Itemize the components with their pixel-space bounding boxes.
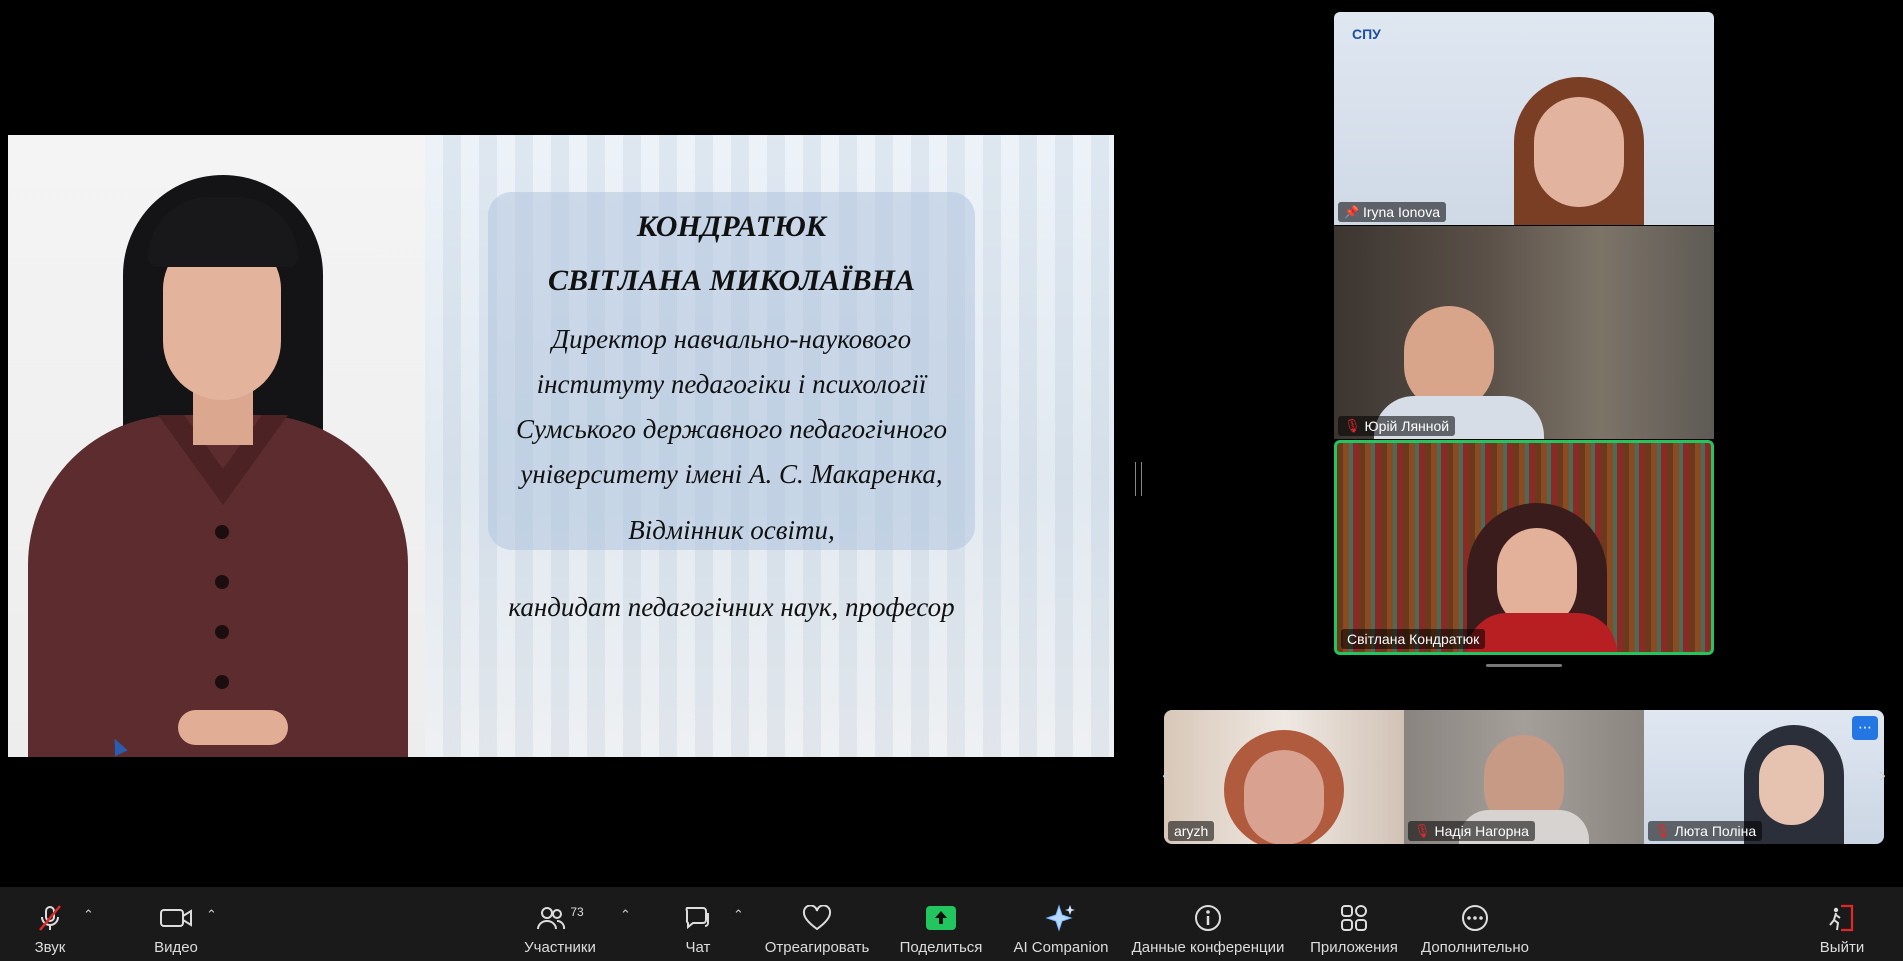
react-label: Отреагировать: [764, 939, 870, 956]
participants-options-caret[interactable]: ⌃: [620, 907, 631, 923]
audio-options-caret[interactable]: ⌃: [83, 907, 94, 923]
microphone-muted-icon: 🎙: [1654, 823, 1671, 838]
more-icon: [1460, 899, 1490, 937]
participants-label: Участники: [524, 939, 596, 956]
slide-full-name: СВІТЛАНА МИКОЛАЇВНА: [548, 264, 915, 297]
chat-icon: [683, 899, 713, 937]
video-tile[interactable]: СПУ 📌 Iryna Ionova: [1334, 12, 1714, 225]
slide-line-4: інституту педагогіки і психології: [536, 369, 927, 399]
panel-resize-handle[interactable]: [1135, 462, 1142, 496]
video-tile[interactable]: 🎙 Юрій Лянной: [1334, 226, 1714, 439]
slide-line-8: кандидат педагогічних наук, професор: [508, 592, 955, 622]
participant-name-label: 🎙 Надія Нагорна: [1408, 821, 1535, 841]
video-button[interactable]: Видео: [140, 887, 212, 961]
shared-screen: КОНДРАТЮК СВІТЛАНА МИКОЛАЇВНА Директор н…: [8, 4, 1114, 887]
participant-name: Люта Поліна: [1674, 823, 1757, 839]
audio-button[interactable]: Звук: [20, 887, 80, 961]
apps-icon: [1339, 899, 1369, 937]
share-label: Поделиться: [899, 939, 983, 956]
more-options-button[interactable]: ⋯: [1852, 716, 1878, 740]
participant-name: Світлана Кондратюк: [1347, 631, 1480, 647]
participant-name: Юрій Лянной: [1364, 418, 1450, 434]
heart-icon: [802, 899, 832, 937]
video-camera-icon: [159, 899, 193, 937]
slide-surname: КОНДРАТЮК: [636, 210, 827, 243]
audio-label: Звук: [34, 939, 66, 956]
participant-name: Iryna Ionova: [1362, 204, 1441, 220]
participant-name-label: aryzh: [1168, 821, 1215, 841]
leave-label: Выйти: [1819, 939, 1865, 956]
info-icon: [1193, 899, 1223, 937]
participant-name-label: 📌 Iryna Ionova: [1338, 202, 1447, 222]
more-label: Дополнительно: [1421, 939, 1529, 956]
video-tile[interactable]: ⋯ 🎙 Люта Поліна: [1644, 710, 1884, 844]
microphone-muted-icon: 🎙: [1414, 823, 1431, 838]
ai-companion-label: AI Companion: [1013, 939, 1109, 956]
slide-line-7: Відмінник освіти,: [628, 515, 835, 545]
chat-options-caret[interactable]: ⌃: [733, 907, 744, 923]
video-tile[interactable]: 🎙 Надія Нагорна: [1404, 710, 1644, 844]
video-tile[interactable]: aryzh: [1164, 710, 1404, 844]
presentation-slide: КОНДРАТЮК СВІТЛАНА МИКОЛАЇВНА Директор н…: [8, 135, 1114, 757]
more-button[interactable]: Дополнительно: [1415, 887, 1535, 961]
video-options-caret[interactable]: ⌃: [206, 907, 217, 923]
slide-line-6: університету імені А. С. Макаренка,: [520, 459, 943, 489]
slide-line-3: Директор навчально-наукового: [551, 324, 912, 354]
pin-icon: 📌: [1344, 205, 1359, 219]
scroll-indicator[interactable]: [1486, 664, 1562, 667]
video-label: Видео: [154, 939, 198, 956]
meeting-info-label: Данные конференции: [1131, 939, 1285, 956]
gallery-next-icon[interactable]: ›: [1879, 762, 1886, 788]
sparkle-icon: [1046, 899, 1076, 937]
participants-icon: 73: [536, 899, 584, 937]
gallery-strip: aryzh 🎙 Надія Нагорна ⋯ 🎙 Люта Поліна ‹ …: [1162, 710, 1886, 844]
leave-door-icon: [1827, 899, 1857, 937]
slide-line-5: Сумського державного педагогічного: [515, 414, 947, 444]
participant-name: Надія Нагорна: [1434, 823, 1529, 839]
gallery-prev-icon[interactable]: ‹: [1162, 762, 1169, 788]
university-logo: СПУ: [1352, 26, 1381, 42]
chat-label: Чат: [685, 939, 711, 956]
participants-button[interactable]: 73 Участники: [515, 887, 605, 961]
ai-companion-button[interactable]: AI Companion: [1010, 887, 1112, 961]
video-tile-active-speaker[interactable]: Світлана Кондратюк: [1334, 440, 1714, 655]
apps-button[interactable]: Приложения: [1305, 887, 1403, 961]
participant-name-label: 🎙 Люта Поліна: [1648, 821, 1763, 841]
participant-name-label: Світлана Кондратюк: [1341, 629, 1486, 649]
speaker-portrait-photo: [8, 135, 425, 757]
meeting-toolbar: Звук ⌃ Видео ⌃ 73 Участники ⌃ Чат ⌃ Отре…: [0, 887, 1903, 961]
microphone-muted-icon: 🎙: [1344, 418, 1361, 433]
leave-button[interactable]: Выйти: [1815, 887, 1869, 961]
participant-name: aryzh: [1174, 823, 1209, 839]
share-screen-button[interactable]: Поделиться: [893, 887, 989, 961]
share-screen-icon: [925, 899, 957, 937]
chat-button[interactable]: Чат: [670, 887, 726, 961]
participants-count: 73: [570, 905, 584, 919]
react-button[interactable]: Отреагировать: [760, 887, 874, 961]
apps-label: Приложения: [1310, 939, 1398, 956]
slide-text-panel: КОНДРАТЮК СВІТЛАНА МИКОЛАЇВНА Директор н…: [488, 192, 975, 550]
microphone-muted-icon: [35, 899, 65, 937]
meeting-info-button[interactable]: Данные конференции: [1128, 887, 1288, 961]
participant-name-label: 🎙 Юрій Лянной: [1338, 416, 1456, 436]
